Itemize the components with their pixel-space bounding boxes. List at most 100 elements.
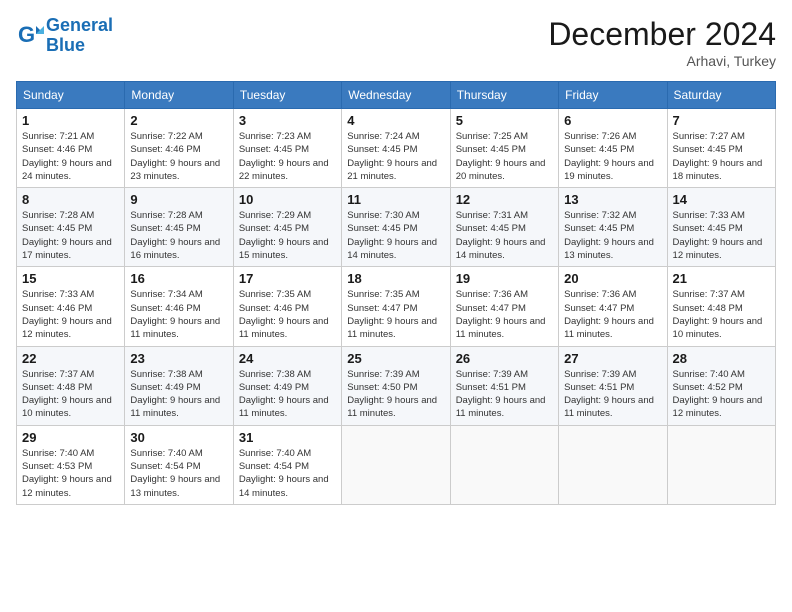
calendar-cell: [559, 425, 667, 504]
day-number: 3: [239, 113, 336, 128]
day-info: Sunrise: 7:31 AMSunset: 4:45 PMDaylight:…: [456, 209, 553, 262]
calendar-cell: 3 Sunrise: 7:23 AMSunset: 4:45 PMDaylight…: [233, 109, 341, 188]
day-info: Sunrise: 7:39 AMSunset: 4:51 PMDaylight:…: [564, 368, 661, 421]
logo-text: GeneralBlue: [46, 16, 113, 56]
calendar-cell: [667, 425, 775, 504]
calendar-week-1: 1Sunrise: 7:21 AMSunset: 4:46 PMDaylight…: [17, 109, 776, 188]
calendar-cell: 16 Sunrise: 7:34 AMSunset: 4:46 PMDayligh…: [125, 267, 233, 346]
page-header: G GeneralBlue December 2024 Arhavi, Turk…: [16, 16, 776, 69]
logo: G GeneralBlue: [16, 16, 113, 56]
day-number: 4: [347, 113, 444, 128]
day-info: Sunrise: 7:33 AMSunset: 4:45 PMDaylight:…: [673, 209, 770, 262]
day-info: Sunrise: 7:25 AMSunset: 4:45 PMDaylight:…: [456, 130, 553, 183]
day-info: Sunrise: 7:32 AMSunset: 4:45 PMDaylight:…: [564, 209, 661, 262]
calendar-cell: [342, 425, 450, 504]
day-header-tuesday: Tuesday: [233, 82, 341, 109]
calendar-cell: 18Sunrise: 7:35 AMSunset: 4:47 PMDayligh…: [342, 267, 450, 346]
day-number: 29: [22, 430, 119, 445]
day-number: 26: [456, 351, 553, 366]
day-number: 22: [22, 351, 119, 366]
day-info: Sunrise: 7:36 AMSunset: 4:47 PMDaylight:…: [564, 288, 661, 341]
day-number: 20: [564, 271, 661, 286]
day-info: Sunrise: 7:23 AMSunset: 4:45 PMDaylight:…: [239, 130, 336, 183]
day-header-sunday: Sunday: [17, 82, 125, 109]
calendar-cell: 19 Sunrise: 7:36 AMSunset: 4:47 PMDayligh…: [450, 267, 558, 346]
calendar-cell: 22 Sunrise: 7:37 AMSunset: 4:48 PMDayligh…: [17, 346, 125, 425]
day-number: 7: [673, 113, 770, 128]
calendar-cell: 6 Sunrise: 7:26 AMSunset: 4:45 PMDaylight…: [559, 109, 667, 188]
calendar-week-3: 15Sunrise: 7:33 AMSunset: 4:46 PMDayligh…: [17, 267, 776, 346]
day-info: Sunrise: 7:28 AMSunset: 4:45 PMDaylight:…: [130, 209, 227, 262]
calendar-cell: 9Sunrise: 7:28 AMSunset: 4:45 PMDaylight…: [125, 188, 233, 267]
svg-text:G: G: [18, 22, 35, 47]
day-number: 24: [239, 351, 336, 366]
calendar-cell: 12 Sunrise: 7:31 AMSunset: 4:45 PMDayligh…: [450, 188, 558, 267]
day-header-friday: Friday: [559, 82, 667, 109]
calendar-body: 1Sunrise: 7:21 AMSunset: 4:46 PMDaylight…: [17, 109, 776, 505]
day-info: Sunrise: 7:39 AMSunset: 4:51 PMDaylight:…: [456, 368, 553, 421]
calendar-week-4: 22 Sunrise: 7:37 AMSunset: 4:48 PMDayligh…: [17, 346, 776, 425]
day-info: Sunrise: 7:34 AMSunset: 4:46 PMDaylight:…: [130, 288, 227, 341]
day-number: 30: [130, 430, 227, 445]
day-info: Sunrise: 7:26 AMSunset: 4:45 PMDaylight:…: [564, 130, 661, 183]
day-info: Sunrise: 7:29 AMSunset: 4:45 PMDaylight:…: [239, 209, 336, 262]
day-number: 5: [456, 113, 553, 128]
day-info: Sunrise: 7:38 AMSunset: 4:49 PMDaylight:…: [130, 368, 227, 421]
day-number: 27: [564, 351, 661, 366]
calendar-cell: 31 Sunrise: 7:40 AMSunset: 4:54 PMDayligh…: [233, 425, 341, 504]
calendar-cell: 4 Sunrise: 7:24 AMSunset: 4:45 PMDaylight…: [342, 109, 450, 188]
day-header-wednesday: Wednesday: [342, 82, 450, 109]
day-number: 25: [347, 351, 444, 366]
calendar-cell: 23Sunrise: 7:38 AMSunset: 4:49 PMDayligh…: [125, 346, 233, 425]
calendar-cell: 10 Sunrise: 7:29 AMSunset: 4:45 PMDayligh…: [233, 188, 341, 267]
calendar-cell: 14 Sunrise: 7:33 AMSunset: 4:45 PMDayligh…: [667, 188, 775, 267]
day-header-saturday: Saturday: [667, 82, 775, 109]
day-info: Sunrise: 7:35 AMSunset: 4:47 PMDaylight:…: [347, 288, 444, 341]
calendar-cell: 13 Sunrise: 7:32 AMSunset: 4:45 PMDayligh…: [559, 188, 667, 267]
day-number: 10: [239, 192, 336, 207]
calendar-cell: 21 Sunrise: 7:37 AMSunset: 4:48 PMDayligh…: [667, 267, 775, 346]
calendar-cell: 25 Sunrise: 7:39 AMSunset: 4:50 PMDayligh…: [342, 346, 450, 425]
day-info: Sunrise: 7:37 AMSunset: 4:48 PMDaylight:…: [22, 368, 119, 421]
calendar-cell: 8 Sunrise: 7:28 AMSunset: 4:45 PMDaylight…: [17, 188, 125, 267]
day-number: 31: [239, 430, 336, 445]
day-info: Sunrise: 7:35 AMSunset: 4:46 PMDaylight:…: [239, 288, 336, 341]
logo-icon: G: [16, 22, 44, 50]
calendar-cell: 26 Sunrise: 7:39 AMSunset: 4:51 PMDayligh…: [450, 346, 558, 425]
calendar-cell: 2Sunrise: 7:22 AMSunset: 4:46 PMDaylight…: [125, 109, 233, 188]
calendar-cell: 29 Sunrise: 7:40 AMSunset: 4:53 PMDayligh…: [17, 425, 125, 504]
day-info: Sunrise: 7:40 AMSunset: 4:52 PMDaylight:…: [673, 368, 770, 421]
day-number: 2: [130, 113, 227, 128]
day-number: 1: [22, 113, 119, 128]
day-number: 12: [456, 192, 553, 207]
calendar-table: SundayMondayTuesdayWednesdayThursdayFrid…: [16, 81, 776, 505]
day-info: Sunrise: 7:28 AMSunset: 4:45 PMDaylight:…: [22, 209, 119, 262]
day-number: 13: [564, 192, 661, 207]
day-number: 14: [673, 192, 770, 207]
calendar-cell: 11Sunrise: 7:30 AMSunset: 4:45 PMDayligh…: [342, 188, 450, 267]
day-info: Sunrise: 7:40 AMSunset: 4:54 PMDaylight:…: [239, 447, 336, 500]
day-number: 8: [22, 192, 119, 207]
day-info: Sunrise: 7:36 AMSunset: 4:47 PMDaylight:…: [456, 288, 553, 341]
day-number: 21: [673, 271, 770, 286]
day-info: Sunrise: 7:40 AMSunset: 4:53 PMDaylight:…: [22, 447, 119, 500]
calendar-cell: 27 Sunrise: 7:39 AMSunset: 4:51 PMDayligh…: [559, 346, 667, 425]
day-number: 16: [130, 271, 227, 286]
day-info: Sunrise: 7:27 AMSunset: 4:45 PMDaylight:…: [673, 130, 770, 183]
day-info: Sunrise: 7:37 AMSunset: 4:48 PMDaylight:…: [673, 288, 770, 341]
title-block: December 2024 Arhavi, Turkey: [548, 16, 776, 69]
day-header-monday: Monday: [125, 82, 233, 109]
day-number: 28: [673, 351, 770, 366]
day-info: Sunrise: 7:33 AMSunset: 4:46 PMDaylight:…: [22, 288, 119, 341]
day-info: Sunrise: 7:24 AMSunset: 4:45 PMDaylight:…: [347, 130, 444, 183]
calendar-cell: 1Sunrise: 7:21 AMSunset: 4:46 PMDaylight…: [17, 109, 125, 188]
day-info: Sunrise: 7:39 AMSunset: 4:50 PMDaylight:…: [347, 368, 444, 421]
day-number: 6: [564, 113, 661, 128]
day-info: Sunrise: 7:30 AMSunset: 4:45 PMDaylight:…: [347, 209, 444, 262]
day-info: Sunrise: 7:38 AMSunset: 4:49 PMDaylight:…: [239, 368, 336, 421]
day-header-thursday: Thursday: [450, 82, 558, 109]
calendar-week-5: 29 Sunrise: 7:40 AMSunset: 4:53 PMDayligh…: [17, 425, 776, 504]
calendar-cell: 7 Sunrise: 7:27 AMSunset: 4:45 PMDaylight…: [667, 109, 775, 188]
day-number: 19: [456, 271, 553, 286]
calendar-cell: 24 Sunrise: 7:38 AMSunset: 4:49 PMDayligh…: [233, 346, 341, 425]
